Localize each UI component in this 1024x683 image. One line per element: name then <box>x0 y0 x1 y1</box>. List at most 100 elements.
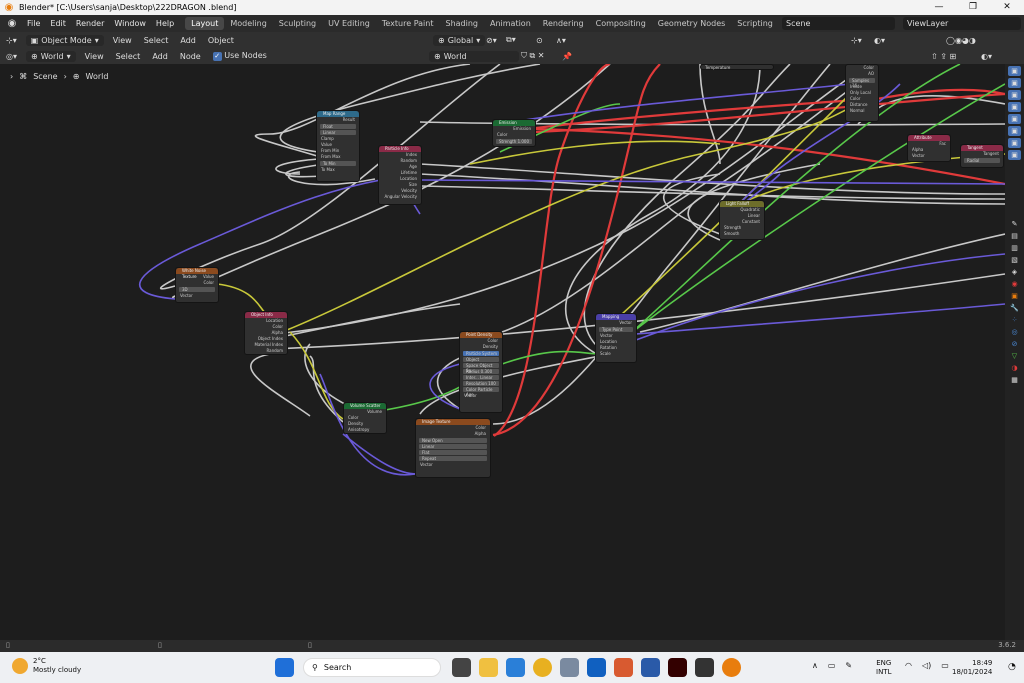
taskbar-search[interactable]: ⚲ Search <box>303 658 441 677</box>
tab-texture-paint[interactable]: Texture Paint <box>376 17 440 30</box>
blender-taskbar-icon[interactable] <box>722 658 741 677</box>
menu-view[interactable]: View <box>107 35 138 46</box>
world-selector[interactable]: ⊕ World <box>429 50 519 62</box>
overlay-node-icon[interactable]: ◐▾ <box>975 51 998 62</box>
physics-icon[interactable]: ◎ <box>1008 327 1021 337</box>
node-volume-info[interactable]: Temperature <box>700 64 774 70</box>
extension-field[interactable]: Repeat <box>419 456 487 461</box>
node-editor-type-icon[interactable]: ◎▾ <box>0 51 23 62</box>
outlook-icon[interactable] <box>587 658 606 677</box>
use-nodes-toggle[interactable]: ✓ Use Nodes <box>207 50 273 62</box>
data-icon[interactable]: ▽ <box>1008 351 1021 361</box>
shading-modes-icon[interactable]: ◯◉◕◑ <box>940 35 982 46</box>
notification-icon[interactable]: ◔ <box>1008 662 1016 672</box>
output-icon[interactable]: ▥ <box>1008 243 1021 253</box>
scene-selector[interactable]: Scene <box>782 17 895 30</box>
menu-render[interactable]: Render <box>71 19 109 28</box>
tab-rendering[interactable]: Rendering <box>537 17 590 30</box>
editor-type-icon[interactable]: ⊹▾ <box>0 35 23 46</box>
tool-icon[interactable]: ✎ <box>1008 219 1021 229</box>
close-icon[interactable]: ✕ <box>990 0 1024 15</box>
interpolation-field[interactable]: Inter... Linear <box>463 375 499 380</box>
camera-icon[interactable]: ▣ <box>1008 66 1021 76</box>
node-menu-add[interactable]: Add <box>146 51 174 62</box>
menu-add[interactable]: Add <box>174 35 202 46</box>
node-ambient-occlusion[interactable]: Color AO Samples 16 Inside Only Local Co… <box>845 64 879 122</box>
camera-icon[interactable]: ▣ <box>1008 114 1021 124</box>
tab-shading[interactable]: Shading <box>439 17 484 30</box>
breadcrumb-world[interactable]: World <box>86 72 109 81</box>
node-image-texture[interactable]: Image Texture Color Alpha New Open Linea… <box>415 418 491 478</box>
menu-window[interactable]: Window <box>109 19 151 28</box>
shader-type-selector[interactable]: ⊕ World ▾ <box>26 50 76 62</box>
menu-edit[interactable]: Edit <box>45 19 71 28</box>
node-menu-select[interactable]: Select <box>110 51 147 62</box>
file-explorer-icon[interactable] <box>479 658 498 677</box>
strength-field[interactable]: Strength 1.000 <box>496 139 532 144</box>
node-object-info[interactable]: Object Info Location Color Alpha Object … <box>244 311 288 355</box>
samples-field[interactable]: Samples 16 <box>849 78 875 88</box>
dimensions-field[interactable]: 3D <box>179 287 215 292</box>
camera-icon[interactable]: ▣ <box>1008 150 1021 160</box>
node-point-density[interactable]: Point Density Color Density Particle Sys… <box>459 331 503 413</box>
chrome-icon[interactable] <box>533 658 552 677</box>
node-white-noise[interactable]: White Noise Texture Value Color 3D Vecto… <box>175 267 219 303</box>
to-min-field[interactable]: To Min <box>320 161 356 166</box>
color-source-field[interactable]: Color Particle Age <box>463 387 499 397</box>
viewlayer-selector[interactable]: ViewLayer <box>903 17 1021 30</box>
volume-icon[interactable]: ◁) <box>922 661 931 670</box>
render-icon[interactable]: ▤ <box>1008 231 1021 241</box>
tab-animation[interactable]: Animation <box>484 17 537 30</box>
minimize-icon[interactable]: — <box>922 0 956 15</box>
camera-icon[interactable]: ▣ <box>1008 138 1021 148</box>
resolution-field[interactable]: Resolution 100 <box>463 381 499 386</box>
tab-scripting[interactable]: Scripting <box>731 17 779 30</box>
data-type-field[interactable]: Float <box>320 124 356 129</box>
proportional-edit-icon[interactable]: ⊙ <box>530 35 549 46</box>
battery-icon[interactable]: ▭ <box>941 661 949 670</box>
menu-object[interactable]: Object <box>202 35 240 46</box>
mode-selector[interactable]: ▣ Object Mode ▾ <box>25 34 104 46</box>
illustrator-icon[interactable] <box>668 658 687 677</box>
object-prop-icon[interactable]: ▣ <box>1008 291 1021 301</box>
pin-icon[interactable]: 📌 <box>556 51 578 62</box>
direction-field[interactable]: Radial <box>964 158 1000 163</box>
interpolation-field[interactable]: Linear <box>320 130 356 135</box>
radius-field[interactable]: Radius 0.300 <box>463 369 499 374</box>
node-tangent[interactable]: Tangent Tangent Radial <box>960 144 1004 168</box>
fake-user-icon[interactable]: ⛉ ⧉ ✕ <box>515 50 551 62</box>
wifi-icon[interactable]: ◠ <box>905 661 912 670</box>
chevron-up-icon[interactable]: ∧ <box>812 661 818 670</box>
node-particle-info[interactable]: Particle Info Index Random Age Lifetime … <box>378 145 422 205</box>
space-field[interactable]: Space Object Sp... <box>463 363 499 373</box>
node-mapping[interactable]: Mapping Vector Type Point Vector Locatio… <box>595 313 637 363</box>
node-attribute[interactable]: Attribute Fac Alpha Vector <box>907 134 951 162</box>
node-light-falloff[interactable]: Light Falloff Quadratic Linear Constant … <box>719 200 765 240</box>
snap-node-icon[interactable]: ⇧ ⇪ ⊞ <box>925 51 962 62</box>
language-indicator[interactable]: ENG INTL <box>876 659 891 677</box>
clock[interactable]: 18:49 18/01/2024 <box>952 659 992 677</box>
tab-compositing[interactable]: Compositing <box>590 17 652 30</box>
camera-icon[interactable]: ▣ <box>1008 102 1021 112</box>
interpolation-field[interactable]: Linear <box>419 444 487 449</box>
store-icon[interactable] <box>506 658 525 677</box>
transform-orientation[interactable]: ⊕ Global ▾ <box>433 34 486 46</box>
maximize-icon[interactable]: ❐ <box>956 0 990 15</box>
menu-select[interactable]: Select <box>138 35 175 46</box>
node-menu-view[interactable]: View <box>79 51 110 62</box>
menu-file[interactable]: File <box>22 19 45 28</box>
tab-layout[interactable]: Layout <box>185 17 225 30</box>
type-field[interactable]: Type Point <box>599 327 633 332</box>
tab-sculpting[interactable]: Sculpting <box>273 17 322 30</box>
gizmo-icon[interactable]: ⊹▾ <box>845 35 868 46</box>
pen-icon[interactable]: ✎ <box>845 661 852 670</box>
particles-icon[interactable]: ⁘ <box>1008 315 1021 325</box>
camera-icon[interactable]: ▣ <box>1008 90 1021 100</box>
source-toggle[interactable]: Particle System <box>463 351 499 356</box>
view-layer-icon[interactable]: ▧ <box>1008 255 1021 265</box>
object-field[interactable]: Object <box>463 357 499 362</box>
node-menu-node[interactable]: Node <box>174 51 207 62</box>
menu-help[interactable]: Help <box>151 19 179 28</box>
windows-start-icon[interactable] <box>275 658 294 677</box>
tab-modeling[interactable]: Modeling <box>224 17 272 30</box>
